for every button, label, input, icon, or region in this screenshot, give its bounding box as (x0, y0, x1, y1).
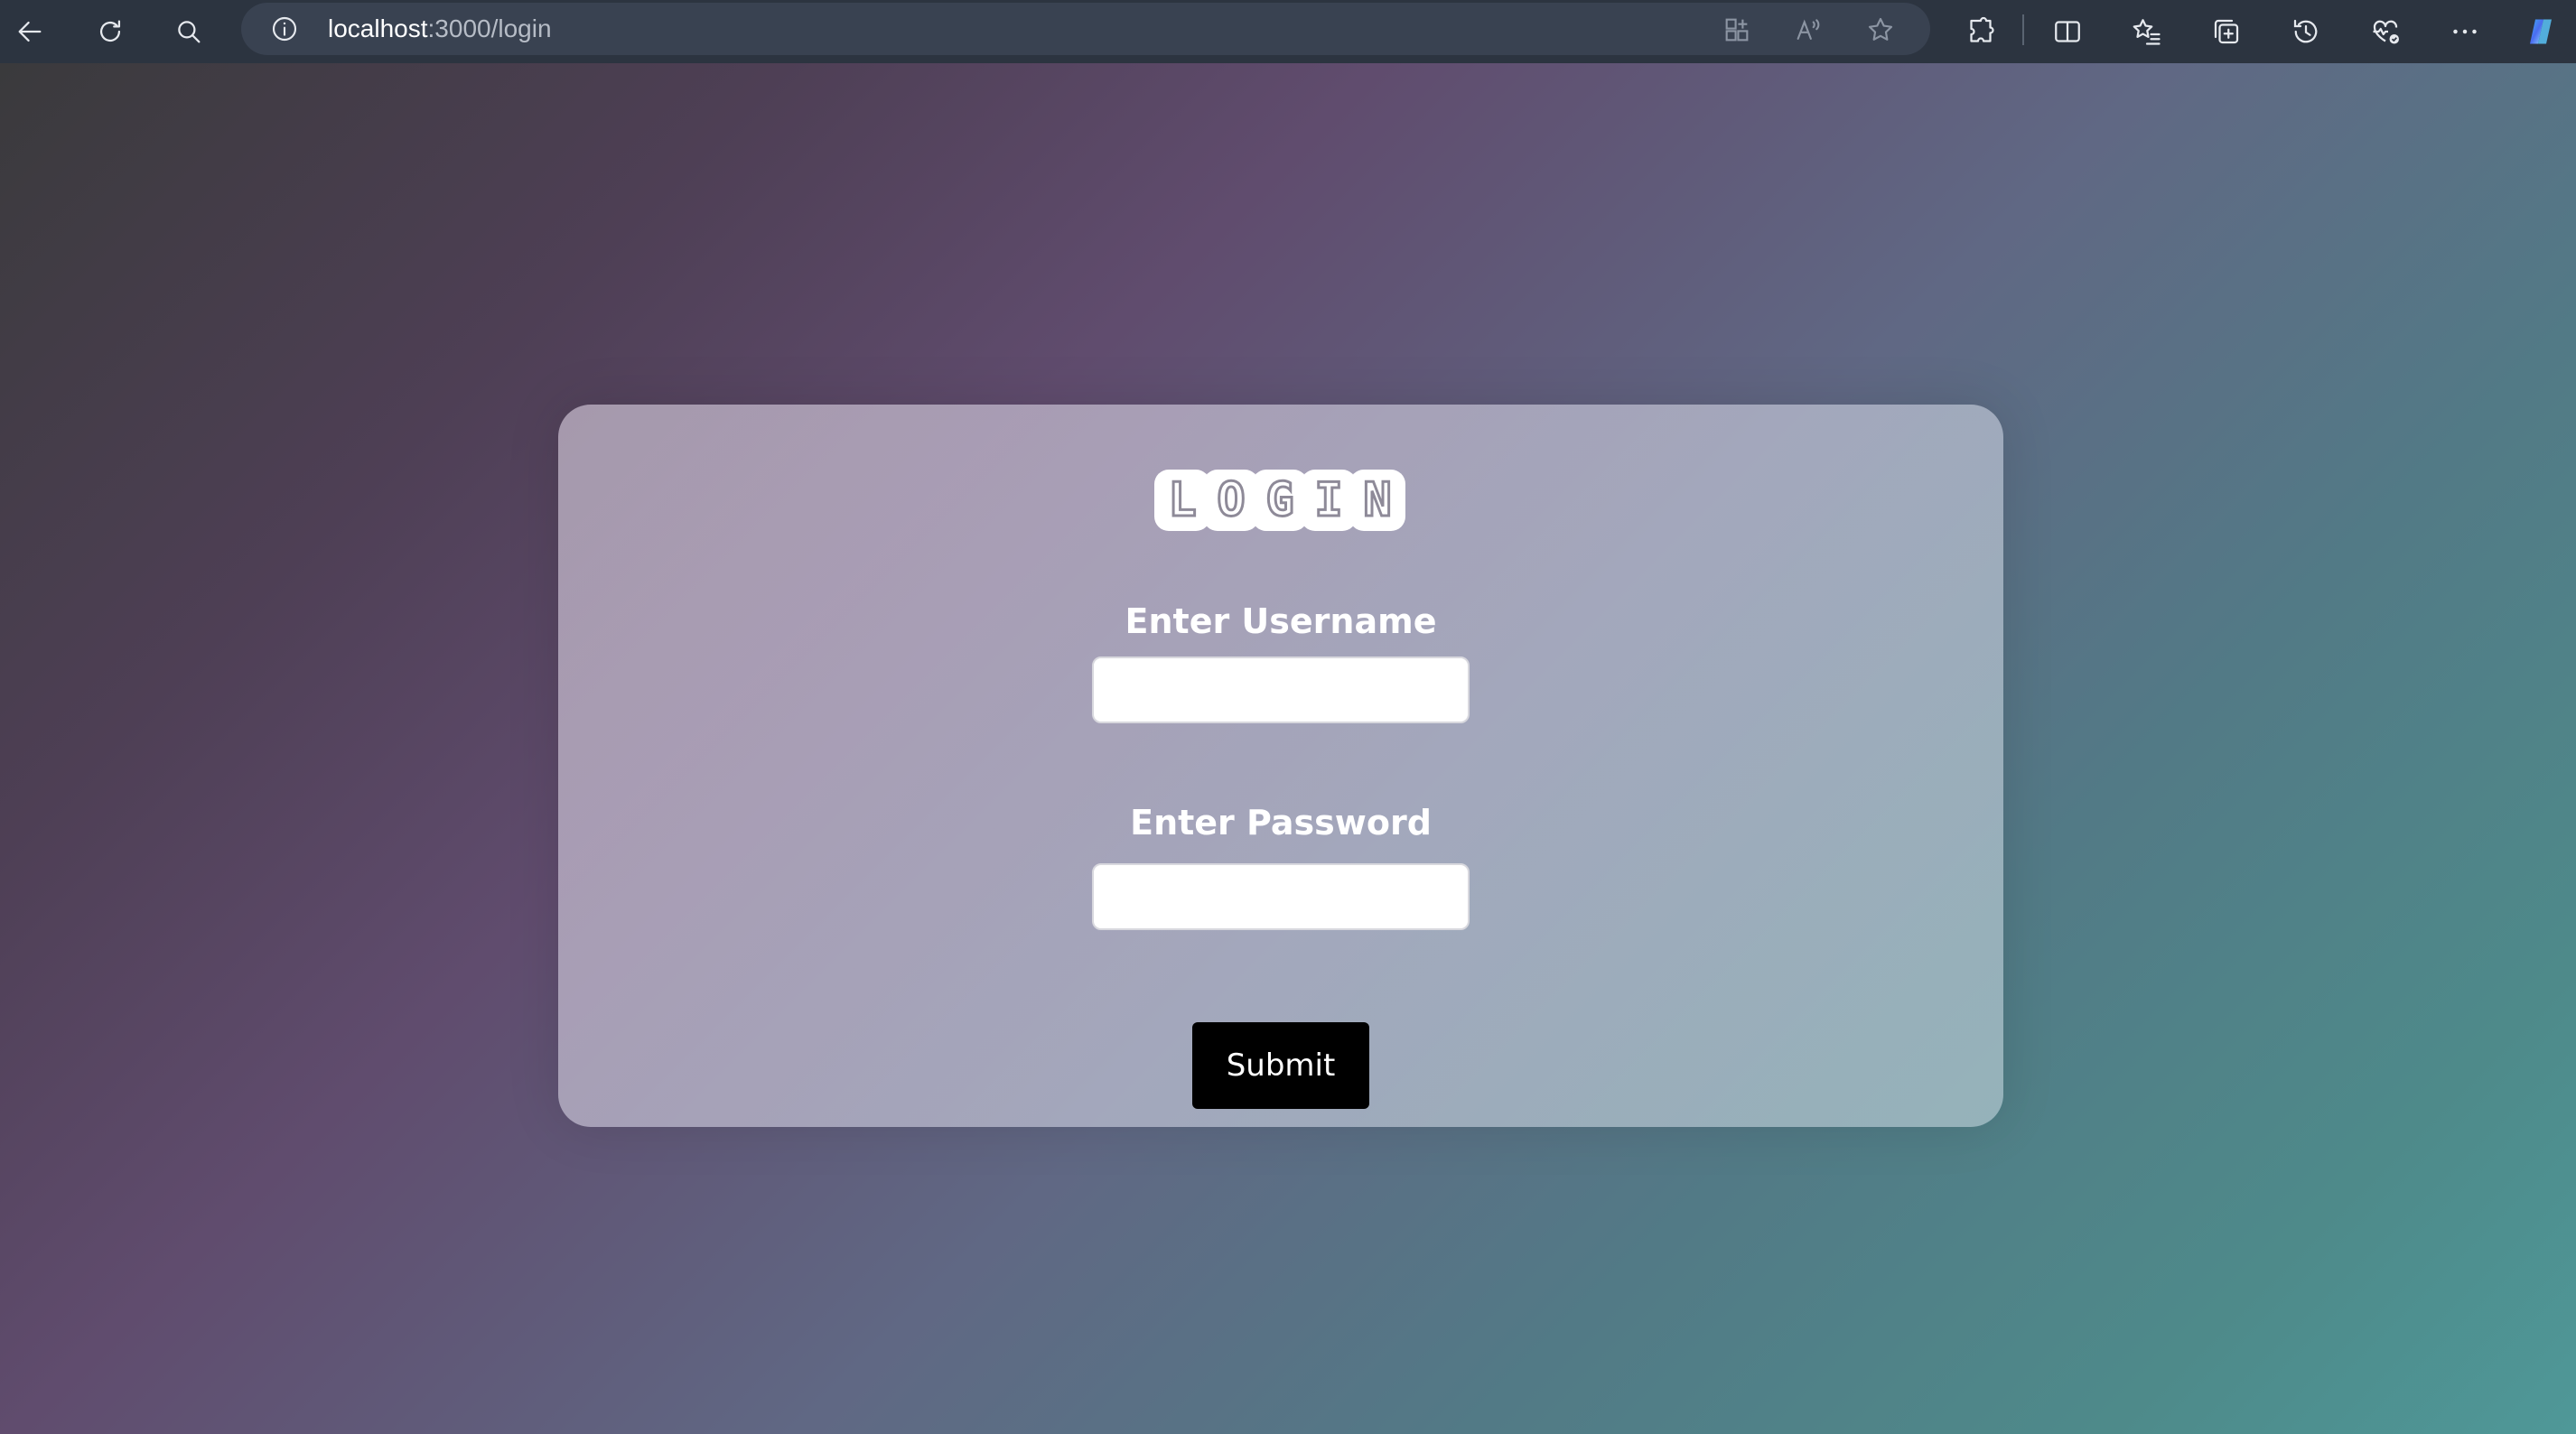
logo-tile: I (1301, 470, 1357, 531)
app-grid-icon (1725, 18, 1749, 42)
split-screen-button[interactable] (2049, 13, 2086, 51)
favorites-list-icon (2133, 19, 2161, 45)
copilot-button[interactable] (2522, 13, 2560, 51)
read-aloud-button[interactable] (1792, 14, 1825, 46)
logo-tile: L (1154, 470, 1210, 531)
search-icon (178, 21, 201, 43)
collections-icon (2214, 19, 2239, 44)
read-aloud-icon (1797, 19, 1820, 40)
username-input[interactable] (1092, 656, 1470, 723)
logo-tile: G (1252, 470, 1308, 531)
puzzle-icon (1970, 16, 1994, 42)
browser-toolbar: localhost:3000/login (0, 0, 2576, 63)
search-button[interactable] (168, 11, 210, 52)
submit-button[interactable]: Submit (1192, 1022, 1369, 1109)
favorite-button[interactable] (1864, 14, 1897, 46)
address-bar[interactable]: localhost:3000/login (241, 3, 1930, 55)
info-icon[interactable] (270, 14, 299, 43)
star-icon (1868, 17, 1893, 41)
copilot-icon (2530, 19, 2552, 44)
split-screen-icon (2055, 21, 2080, 42)
url-host: localhost (328, 14, 428, 42)
back-button[interactable] (9, 11, 51, 52)
browser-essentials-button[interactable] (2366, 13, 2404, 51)
history-button[interactable] (2287, 13, 2325, 51)
password-input[interactable] (1092, 863, 1470, 930)
reload-icon (99, 20, 121, 42)
logo-tile: O (1203, 470, 1259, 531)
reload-button[interactable] (89, 11, 131, 52)
back-arrow-icon (18, 21, 42, 42)
username-label: Enter Username (1125, 601, 1437, 641)
password-label: Enter Password (1130, 803, 1432, 843)
more-button[interactable] (2446, 13, 2484, 51)
collections-button[interactable] (2207, 13, 2245, 51)
login-logo: L O G I N (1154, 470, 1405, 533)
extensions-button[interactable] (1962, 13, 2000, 51)
page-background: L O G I N Enter Username Enter Password … (0, 63, 2576, 1434)
url-text[interactable]: localhost:3000/login (328, 14, 552, 44)
login-card: L O G I N Enter Username Enter Password … (558, 405, 2003, 1127)
url-path: :3000/login (427, 14, 552, 42)
history-icon (2293, 19, 2318, 43)
logo-tile: N (1349, 470, 1405, 531)
toolbar-divider (2022, 14, 2024, 45)
more-dots-icon (2453, 29, 2477, 34)
heart-pulse-icon (2373, 20, 2399, 44)
favorites-button[interactable] (2128, 13, 2166, 51)
app-available-button[interactable] (1721, 14, 1753, 46)
